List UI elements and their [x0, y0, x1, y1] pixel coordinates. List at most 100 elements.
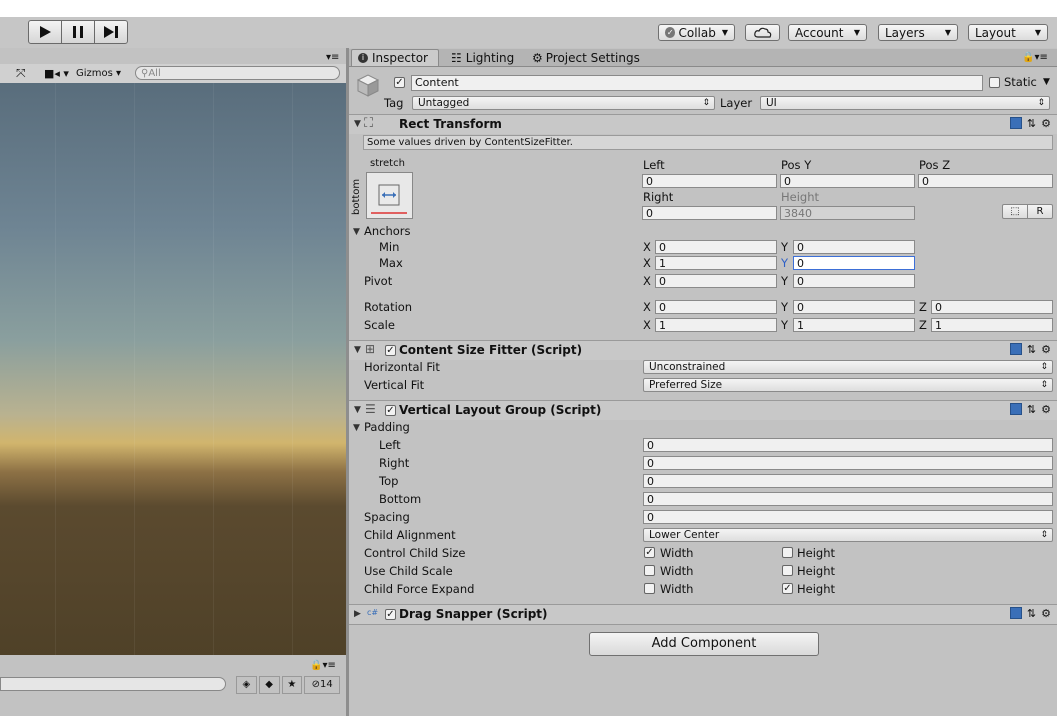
blueprint-mode-icon[interactable]: ⬚: [1003, 205, 1028, 218]
rotation-y-field[interactable]: 0: [793, 300, 915, 314]
vertical-fit-dropdown[interactable]: Preferred Size: [643, 378, 1053, 392]
rotation-z-field[interactable]: 0: [931, 300, 1053, 314]
gizmos-dropdown[interactable]: Gizmos ▾: [76, 68, 121, 79]
right-field[interactable]: 0: [642, 206, 777, 220]
anchor-max-x-field[interactable]: 1: [655, 256, 777, 270]
component-enabled-checkbox[interactable]: ✓: [385, 609, 396, 620]
check-circle-icon: ✓: [665, 27, 676, 38]
collapse-triangle-icon[interactable]: ▶: [354, 609, 361, 619]
lock-icon[interactable]: 🔒▾≡: [310, 660, 336, 671]
child-alignment-dropdown[interactable]: Lower Center: [643, 528, 1053, 542]
scale-x-field[interactable]: 1: [655, 318, 777, 332]
drag-snapper-header[interactable]: ▶ c# ✓ Drag Snapper (Script) ⇅ ⚙: [349, 604, 1057, 624]
scene-search-input[interactable]: ⚲All: [135, 66, 340, 80]
horizontal-fit-dropdown[interactable]: Unconstrained: [643, 360, 1053, 374]
scale-height-checkbox[interactable]: [782, 565, 793, 576]
height-header: Height: [781, 190, 820, 204]
star-icon[interactable]: ★: [281, 676, 303, 694]
camera-icon[interactable]: ■◂ ▾: [44, 67, 69, 80]
left-header: Left: [643, 158, 665, 172]
object-name-input[interactable]: Content: [411, 75, 983, 91]
content-size-fitter-header[interactable]: ▼ ⊞ ✓ Content Size Fitter (Script) ⇅ ⚙: [349, 340, 1057, 360]
gear-icon[interactable]: ⚙: [1041, 403, 1051, 416]
scale-z-field[interactable]: 1: [931, 318, 1053, 332]
chevron-down-icon[interactable]: ▼: [1043, 77, 1050, 87]
static-checkbox[interactable]: [989, 77, 1000, 88]
scale-width-checkbox[interactable]: [644, 565, 655, 576]
preset-icon[interactable]: ⇅: [1027, 117, 1036, 130]
tab-lighting[interactable]: ☷ Lighting: [445, 49, 517, 66]
cloud-icon: [753, 27, 771, 38]
spacing-field[interactable]: 0: [643, 510, 1053, 524]
grid-line: [55, 83, 56, 655]
anchor-min-y-field[interactable]: 0: [793, 240, 915, 254]
gear-icon[interactable]: ⚙: [1041, 607, 1051, 620]
help-icon[interactable]: [1009, 117, 1022, 129]
tag-icon[interactable]: ◆: [258, 676, 280, 694]
tools-icon[interactable]: ⤧: [16, 66, 26, 81]
anchor-presets-button[interactable]: [366, 172, 413, 219]
expand-triangle-icon[interactable]: ▼: [354, 119, 361, 129]
inspector-lock-icon[interactable]: 🔒▾≡: [1022, 52, 1048, 63]
account-dropdown[interactable]: Account ▼: [788, 24, 867, 41]
play-button[interactable]: [28, 20, 62, 44]
panel-menu-icon[interactable]: ▾≡: [326, 52, 339, 63]
anchor-max-y-field[interactable]: 0: [793, 256, 915, 270]
collab-button[interactable]: ✓ Collab ▼: [658, 24, 735, 41]
scene-viewport[interactable]: [0, 83, 346, 655]
gear-icon[interactable]: ⚙: [1041, 117, 1051, 130]
child-force-expand-label: Child Force Expand: [364, 582, 475, 596]
tag-dropdown[interactable]: Untagged: [412, 96, 715, 110]
left-field[interactable]: 0: [642, 174, 777, 188]
help-icon[interactable]: [1009, 343, 1022, 355]
layers-dropdown[interactable]: Layers ▼: [878, 24, 958, 41]
tab-label: Lighting: [465, 50, 515, 65]
tab-project-settings[interactable]: ⚙ Project Settings: [526, 49, 646, 66]
help-icon[interactable]: [1009, 403, 1022, 415]
padding-top-field[interactable]: 0: [643, 474, 1053, 488]
vertical-layout-group-header[interactable]: ▼ ☰ ✓ Vertical Layout Group (Script) ⇅ ⚙: [349, 400, 1057, 420]
component-enabled-checkbox[interactable]: ✓: [385, 345, 396, 356]
pivot-y-field[interactable]: 0: [793, 274, 915, 288]
expand-triangle-icon[interactable]: ▼: [354, 405, 361, 415]
step-button[interactable]: [94, 20, 128, 44]
preset-icon[interactable]: ⇅: [1027, 403, 1036, 416]
preset-icon[interactable]: ⇅: [1027, 343, 1036, 356]
expand-triangle-icon[interactable]: ▼: [354, 345, 361, 355]
help-icon[interactable]: [1009, 607, 1022, 619]
scale-y-field[interactable]: 1: [793, 318, 915, 332]
layer-dropdown[interactable]: UI: [760, 96, 1050, 110]
rotation-x-field[interactable]: 0: [655, 300, 777, 314]
rect-transform-header[interactable]: ▼ ⛶ Rect Transform ⇅ ⚙: [349, 114, 1057, 134]
component-actions: ⇅ ⚙: [1009, 343, 1051, 356]
expand-width-checkbox[interactable]: [644, 583, 655, 594]
component-enabled-checkbox[interactable]: ✓: [385, 405, 396, 416]
hidden-count-badge[interactable]: ⊘14: [304, 676, 340, 694]
expand-height-checkbox[interactable]: ✓: [782, 583, 793, 594]
padding-left-field[interactable]: 0: [643, 438, 1053, 452]
width-label: Width: [660, 582, 694, 596]
pos-y-field[interactable]: 0: [780, 174, 915, 188]
control-width-checkbox[interactable]: ✓: [644, 547, 655, 558]
control-height-checkbox[interactable]: [782, 547, 793, 558]
expand-triangle-icon[interactable]: ▼: [353, 227, 360, 237]
gear-icon[interactable]: ⚙: [1041, 343, 1051, 356]
project-search-input[interactable]: [0, 677, 226, 691]
active-checkbox[interactable]: ✓: [394, 77, 405, 88]
layout-dropdown[interactable]: Layout ▼: [968, 24, 1048, 41]
anchor-min-x-field[interactable]: 0: [655, 240, 777, 254]
pos-z-field[interactable]: 0: [918, 174, 1053, 188]
tab-inspector[interactable]: i Inspector: [351, 49, 439, 66]
add-component-button[interactable]: Add Component: [589, 632, 819, 656]
expand-triangle-icon[interactable]: ▼: [353, 423, 360, 433]
pivot-x-field[interactable]: 0: [655, 274, 777, 288]
cloud-button[interactable]: [745, 24, 780, 41]
pause-button[interactable]: [61, 20, 95, 44]
padding-bottom-field[interactable]: 0: [643, 492, 1053, 506]
raw-edit-button[interactable]: R: [1028, 205, 1052, 218]
padding-right-field[interactable]: 0: [643, 456, 1053, 470]
scale-label: Scale: [364, 318, 395, 332]
filter-type-icon[interactable]: ◈: [236, 676, 257, 694]
use-child-scale-label: Use Child Scale: [364, 564, 453, 578]
preset-icon[interactable]: ⇅: [1027, 607, 1036, 620]
